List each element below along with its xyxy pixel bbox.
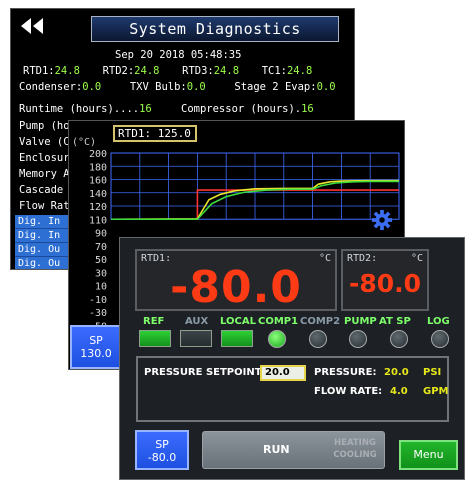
txv-bulb-value: 0.0 [186,81,206,93]
rtd2-label: RTD2: [102,65,135,77]
trend-sp-button[interactable]: SP 130.0 [70,325,122,369]
run-label: RUN [263,443,290,456]
list-item[interactable]: Dig. Ou [15,243,73,257]
y-tick-label: 180 [89,162,107,173]
double-left-arrow-icon [21,18,43,34]
pressure-unit: PSI [423,367,442,378]
y-tick-label: 50 [95,255,107,266]
txv-bulb-label: TXV Bulb: [129,81,187,93]
pressure-flow-panel: PRESSURE SETPOINT: 20.0 PRESSURE: 20.0 P… [136,356,449,422]
enclosure-line: Enclosur [19,152,70,164]
gear-icon[interactable] [371,209,393,231]
rtd2-display-label: RTD2: [347,253,378,264]
comp1-label: COMP1 [258,316,299,327]
heating-label: HEATING [334,438,376,448]
flow-rate-unit: GPM [423,386,449,397]
pump-lamp [349,330,367,348]
flow-rate-value: 4.0 [390,386,408,397]
valve-line: Valve (C [19,136,70,148]
list-item[interactable]: Dig. Ou [15,257,73,269]
rtd1-readout: RTD1: 125.0 [113,125,197,142]
stage2-evap-value: 0.0 [316,81,336,93]
flow-rate-label: FLOW RATE: [314,386,383,397]
at-sp-lamp [390,330,408,348]
temperature-row: Condenser:0.0 TXV Bulb:0.0 Stage 2 Evap:… [19,81,336,93]
list-item[interactable]: Dig. In [15,229,73,243]
y-tick-label: 120 [89,202,107,213]
comp2-label: COMP2 [300,316,341,327]
runtime-label: Runtime (hours).... [19,103,140,115]
rtd1-value: 24.8 [54,65,80,77]
rtd-readings-row: RTD1:24.8 RTD2:24.8 RTD3:24.8 TC1:24.8 [23,65,312,77]
diagnostics-title: System Diagnostics [91,16,339,42]
rtd1-display-value: -80.0 [170,262,302,313]
rtd2-display-value: -80.0 [348,269,422,298]
setpoint-button-label: SP [155,438,169,451]
list-item[interactable]: Dig. In [15,215,73,229]
tc1-label: TC1: [261,65,287,77]
y-tick-label: 30 [95,268,107,279]
comp2-lamp [309,330,327,348]
rtd1-display: RTD1: °C -80.0 [135,249,337,313]
cascade-line: Cascade [19,184,64,196]
menu-button[interactable]: Menu [399,440,458,470]
y-tick-label: -30 [89,308,107,319]
y-tick-label: 160 [89,176,107,187]
at-sp-label: AT SP [379,316,411,327]
ref-label: REF [143,316,165,327]
compressor-value: 16 [301,103,314,115]
back-button[interactable] [15,13,49,39]
rtd3-value: 24.8 [213,65,240,77]
rtd3-label: RTD3: [182,65,214,77]
stage2-evap-label: Stage 2 Evap: [234,81,317,93]
tc1-value: 24.8 [286,65,313,77]
y-tick-label: 10 [95,282,107,293]
local-button[interactable] [221,330,253,347]
pressure-setpoint-input[interactable]: 20.0 [260,365,306,381]
log-lamp [431,330,449,348]
y-tick-label: 70 [95,242,107,253]
y-tick-label: 200 [89,149,107,160]
sp-button-value: 130.0 [80,347,112,360]
setpoint-button[interactable]: SP -80.0 [135,430,189,470]
heating-cooling-status: HEATING COOLING [330,437,380,461]
compressor-row: Compressor (hours).16 [181,103,314,115]
y-axis-unit: (°C) [72,137,97,148]
memory-line: Memory A [19,168,70,180]
pressure-setpoint-label: PRESSURE SETPOINT: [144,367,265,378]
runtime-value: 16 [139,103,152,115]
pump-label: PUMP [344,316,377,327]
sp-button-label: SP [89,334,103,347]
compressor-label: Compressor (hours). [181,103,302,115]
rtd2-unit: °C [410,253,423,264]
rtd2-display: RTD2: °C -80.0 [341,249,429,311]
pressure-value: 20.0 [384,367,409,378]
y-tick-label: -10 [89,295,107,306]
aux-button[interactable] [180,330,212,347]
log-label: LOG [427,316,450,327]
condenser-value: 0.0 [82,81,102,93]
cooling-label: COOLING [333,450,377,460]
setpoint-button-value: -80.0 [147,451,177,464]
y-tick-label: 110 [89,215,107,226]
comp1-lamp [268,330,286,348]
runtime-row: Runtime (hours)....16 [19,103,152,115]
rtd1-label: RTD1: [23,65,55,77]
y-tick-label: 140 [89,189,107,200]
flow-rate-line: Flow Rat [19,200,70,212]
aux-label: AUX [185,316,209,327]
pump-hours-line: Pump (ho [19,120,70,132]
datetime: Sep 20 2018 05:48:35 [115,49,242,61]
digital-io-list[interactable]: Dig. In Dig. In Dig. Ou Dig. Ou [15,215,73,269]
ref-button[interactable] [139,330,171,347]
condenser-label: Condenser: [19,81,83,93]
run-button[interactable]: RUN HEATING COOLING [202,431,385,469]
pressure-label: PRESSURE: [314,367,377,378]
y-tick-label: 90 [95,229,107,240]
rtd2-value: 24.8 [134,65,160,77]
control-panel-screen: RTD1: °C -80.0 RTD2: °C -80.0 REF AUX LO… [119,237,465,480]
local-label: LOCAL [220,316,256,327]
